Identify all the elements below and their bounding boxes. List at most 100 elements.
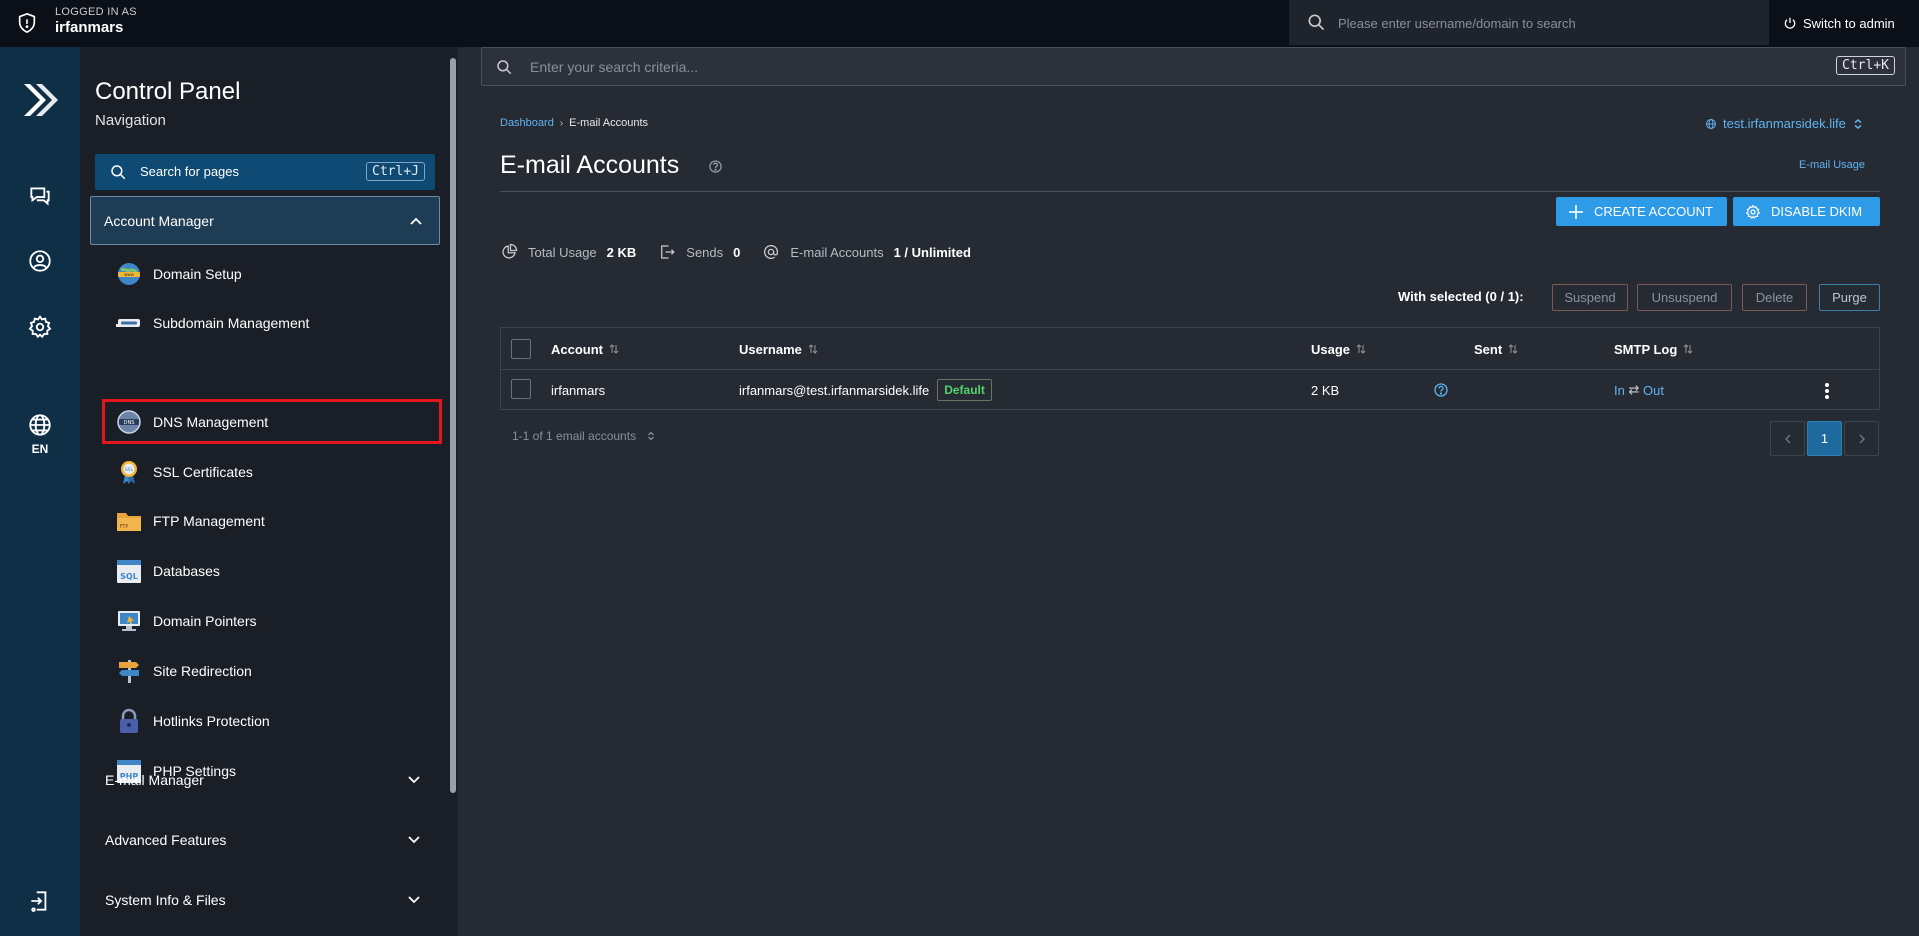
nav-item-ssl-certificates[interactable]: SSL SSL Certificates bbox=[115, 455, 435, 489]
sort-icon bbox=[609, 344, 619, 354]
account-manager-label: Account Manager bbox=[104, 213, 214, 229]
delete-button[interactable]: Delete bbox=[1742, 284, 1807, 311]
nav-item-label: Hotlinks Protection bbox=[153, 713, 270, 729]
usage-stats: Total Usage 2 KB Sends 0 E-mail Accounts… bbox=[500, 241, 993, 263]
gear-icon[interactable] bbox=[27, 314, 53, 340]
nav-item-site-redirection[interactable]: Site Redirection bbox=[115, 654, 435, 688]
ftp-folder-icon: FTP bbox=[117, 513, 141, 531]
domain-selector-label: test.irfanmarsidek.life bbox=[1723, 116, 1846, 131]
username-value: irfanmars@test.irfanmarsidek.life bbox=[739, 382, 930, 398]
gear-icon bbox=[1745, 204, 1761, 219]
language-label[interactable]: EN bbox=[0, 442, 80, 456]
section-label: Advanced Features bbox=[105, 832, 227, 848]
sort-icon bbox=[1683, 344, 1693, 354]
messages-icon[interactable] bbox=[27, 183, 53, 209]
column-header-usage[interactable]: Usage bbox=[1311, 328, 1366, 370]
nav-item-label: Subdomain Management bbox=[153, 315, 310, 331]
nav-item-label: FTP Management bbox=[153, 513, 265, 529]
total-usage-label: Total Usage bbox=[528, 244, 597, 260]
logo-icon[interactable] bbox=[20, 80, 60, 120]
pagination-info-label: 1-1 of 1 email accounts bbox=[512, 429, 637, 443]
breadcrumb-dashboard[interactable]: Dashboard bbox=[500, 117, 554, 129]
unsuspend-button[interactable]: Unsuspend bbox=[1637, 284, 1732, 311]
help-icon[interactable] bbox=[709, 160, 722, 173]
pagination-prev-button[interactable] bbox=[1770, 421, 1805, 456]
nav-item-label: SSL Certificates bbox=[153, 464, 253, 480]
nav-item-dns-management[interactable]: DNS DNS Management bbox=[102, 399, 442, 444]
chevron-updown-icon bbox=[1854, 118, 1862, 129]
disable-dkim-button[interactable]: DISABLE DKIM bbox=[1733, 197, 1880, 226]
svg-text:www: www bbox=[124, 272, 135, 277]
send-export-icon bbox=[661, 245, 675, 259]
main-search-input[interactable] bbox=[530, 57, 1780, 77]
smtp-out-link[interactable]: Out bbox=[1643, 383, 1664, 398]
logout-icon[interactable] bbox=[27, 888, 53, 914]
column-header-username[interactable]: Username bbox=[739, 328, 818, 370]
email-accounts-table: Account Username Usage Sent SMTP Log irf… bbox=[500, 327, 1880, 410]
suspend-button[interactable]: Suspend bbox=[1552, 284, 1628, 311]
user-profile-icon[interactable] bbox=[27, 248, 53, 274]
create-account-button[interactable]: CREATE ACCOUNT bbox=[1556, 197, 1727, 226]
main-search-shortcut: Ctrl+K bbox=[1836, 56, 1895, 75]
with-selected-label: With selected (0 / 1): bbox=[1398, 289, 1524, 304]
nav-scrollbar[interactable] bbox=[450, 53, 456, 931]
sort-icon bbox=[1508, 344, 1518, 354]
page-title: E-mail Accounts bbox=[500, 151, 680, 179]
chevron-down-icon bbox=[408, 836, 420, 844]
sort-icon bbox=[1356, 344, 1366, 354]
nav-title: Control Panel bbox=[95, 78, 241, 105]
email-accounts-value: 1 / Unlimited bbox=[893, 244, 971, 260]
cell-usage: 2 KB bbox=[1311, 382, 1340, 398]
nav-item-label: Site Redirection bbox=[153, 663, 252, 679]
nav-item-label: Domain Setup bbox=[153, 266, 242, 282]
account-manager-section[interactable]: Account Manager bbox=[90, 196, 440, 245]
pagination-page-button[interactable]: 1 bbox=[1807, 421, 1842, 456]
plus-icon bbox=[1569, 204, 1583, 219]
nav-item-domain-setup[interactable]: www Domain Setup bbox=[115, 257, 435, 291]
signpost-icon bbox=[119, 660, 139, 683]
domain-selector[interactable]: test.irfanmarsidek.life bbox=[1705, 116, 1864, 131]
svg-text:FTP: FTP bbox=[120, 524, 129, 530]
column-header-smtp-log[interactable]: SMTP Log bbox=[1614, 328, 1693, 370]
smtp-in-link[interactable]: In bbox=[1614, 383, 1625, 398]
column-header-label: Usage bbox=[1311, 341, 1351, 357]
nav-item-ftp-management[interactable]: FTP FTP Management bbox=[115, 504, 435, 538]
more-vertical-icon[interactable] bbox=[1819, 382, 1835, 400]
search-icon bbox=[497, 60, 512, 75]
nav-item-hotlinks-protection[interactable]: Hotlinks Protection bbox=[115, 704, 435, 738]
svg-text:SQL: SQL bbox=[120, 572, 138, 581]
cell-username: irfanmars@test.irfanmarsidek.life Defaul… bbox=[739, 370, 992, 410]
question-circle-icon[interactable] bbox=[1434, 383, 1448, 397]
column-header-label: Sent bbox=[1474, 341, 1503, 357]
globe-icon[interactable] bbox=[27, 412, 53, 438]
column-header-account[interactable]: Account bbox=[551, 328, 619, 370]
select-all-checkbox[interactable] bbox=[511, 339, 531, 359]
pagination-next-button[interactable] bbox=[1844, 421, 1879, 456]
purge-button[interactable]: Purge bbox=[1819, 284, 1880, 311]
logged-in-label: LOGGED IN AS bbox=[55, 6, 137, 18]
nav-item-subdomain-management[interactable]: Subdomain Management bbox=[115, 306, 435, 340]
main-search: Ctrl+K bbox=[481, 47, 1906, 86]
user-domain-search-input[interactable] bbox=[1338, 12, 1748, 34]
nav-item-domain-pointers[interactable]: Domain Pointers bbox=[115, 604, 435, 638]
search-pages-button[interactable]: Search for pages Ctrl+J bbox=[95, 154, 435, 190]
nav-item-databases[interactable]: SQL Databases bbox=[115, 554, 435, 588]
switch-to-admin-button[interactable]: Switch to admin bbox=[1783, 12, 1895, 34]
nav-scrollbar-thumb[interactable] bbox=[450, 58, 456, 793]
column-header-sent[interactable]: Sent bbox=[1474, 328, 1518, 370]
sends-label: Sends bbox=[686, 244, 724, 260]
sort-icon bbox=[808, 344, 818, 354]
search-icon bbox=[1308, 14, 1325, 31]
dns-icon: DNS bbox=[117, 409, 141, 434]
pagination-info[interactable]: 1-1 of 1 email accounts bbox=[512, 429, 656, 443]
section-system-info-files[interactable]: System Info & Files bbox=[105, 885, 425, 915]
email-usage-link[interactable]: E-mail Usage bbox=[1799, 159, 1865, 171]
smtp-swap-icon: ⇄ bbox=[1628, 382, 1640, 397]
row-checkbox[interactable] bbox=[511, 379, 531, 399]
user-domain-search bbox=[1289, 0, 1769, 45]
chevron-down-icon bbox=[408, 896, 420, 904]
nav-item-label: Databases bbox=[153, 563, 220, 579]
search-pages-shortcut: Ctrl+J bbox=[366, 162, 425, 181]
section-advanced-features[interactable]: Advanced Features bbox=[105, 825, 425, 855]
section-email-manager[interactable]: E-mail Manager bbox=[105, 765, 425, 795]
